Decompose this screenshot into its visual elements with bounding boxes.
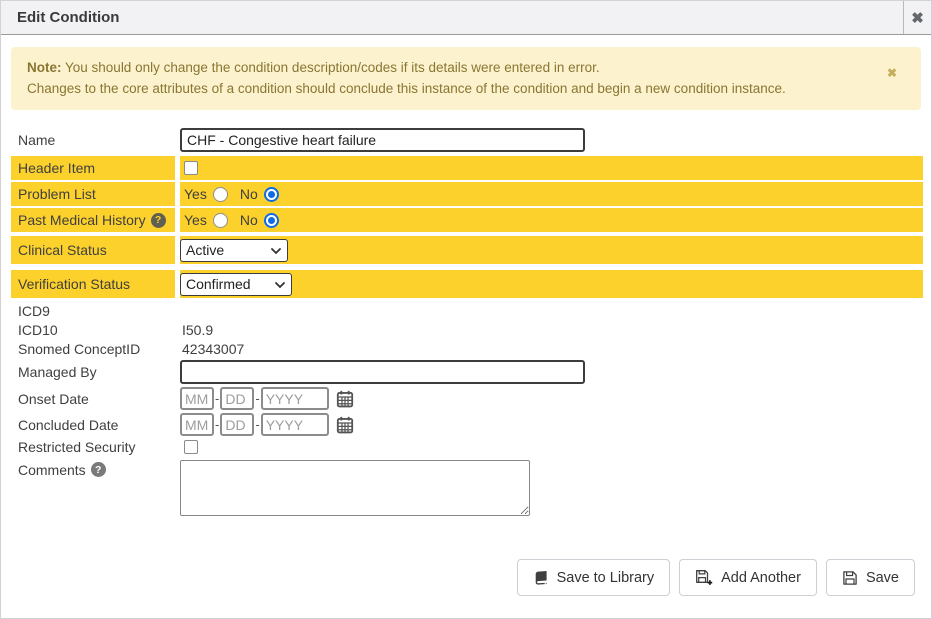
calendar-icon[interactable] — [336, 416, 354, 434]
pmh-yes-radio[interactable] — [213, 213, 228, 228]
icd9-value — [180, 302, 923, 319]
note-line1: Note: You should only change the conditi… — [27, 57, 887, 78]
dialog-footer: Save to Library Add Another Save — [517, 559, 915, 596]
clinical-status-label: Clinical Status — [11, 236, 175, 264]
concluded-dd-input[interactable] — [220, 413, 254, 436]
dialog-title: Edit Condition — [1, 1, 903, 34]
close-button[interactable]: ✖ — [903, 1, 931, 34]
help-icon[interactable]: ? — [151, 213, 166, 228]
header-item-checkbox[interactable] — [184, 161, 198, 175]
row-comments: Comments ? — [11, 460, 923, 516]
row-name: Name — [11, 128, 923, 152]
row-problem-list: Problem List Yes No — [11, 182, 923, 206]
comments-textarea[interactable] — [180, 460, 530, 516]
close-icon: ✖ — [911, 9, 924, 27]
row-icd10: ICD10 I50.9 — [11, 321, 923, 338]
problem-list-yes-label: Yes — [184, 186, 207, 202]
concluded-date-label: Concluded Date — [11, 413, 175, 436]
calendar-icon[interactable] — [336, 390, 354, 408]
pmh-yes-label: Yes — [184, 212, 207, 228]
note-dismiss-icon: ✖ — [887, 66, 897, 80]
row-clinical-status: Clinical Status Active — [11, 236, 923, 264]
row-concluded-date: Concluded Date - - — [11, 413, 923, 436]
verification-status-label: Verification Status — [11, 270, 175, 298]
book-icon — [533, 570, 549, 586]
managed-by-input[interactable] — [180, 360, 585, 384]
snomed-label: Snomed ConceptID — [11, 340, 175, 357]
problem-list-no-radio[interactable] — [264, 187, 279, 202]
problem-list-no-label: No — [240, 186, 258, 202]
pmh-no-label: No — [240, 212, 258, 228]
restricted-security-label: Restricted Security — [11, 439, 175, 455]
row-onset-date: Onset Date - - — [11, 387, 923, 410]
save-button[interactable]: Save — [826, 559, 915, 596]
save-to-library-button[interactable]: Save to Library — [517, 559, 671, 596]
problem-list-yes-radio[interactable] — [213, 187, 228, 202]
concluded-yyyy-input[interactable] — [261, 413, 329, 436]
note-dismiss-button[interactable]: ✖ — [887, 63, 897, 84]
row-verification-status: Verification Status Confirmed — [11, 270, 923, 298]
row-past-medical-history: Past Medical History ? Yes No — [11, 208, 923, 232]
row-snomed: Snomed ConceptID 42343007 — [11, 340, 923, 357]
add-another-button[interactable]: Add Another — [679, 559, 817, 596]
icd10-label: ICD10 — [11, 321, 175, 338]
comments-label: Comments — [18, 462, 86, 478]
row-icd9: ICD9 — [11, 302, 923, 319]
restricted-security-checkbox[interactable] — [184, 440, 198, 454]
row-header-item: Header Item — [11, 156, 923, 180]
concluded-mm-input[interactable] — [180, 413, 214, 436]
onset-dd-input[interactable] — [220, 387, 254, 410]
icd9-label: ICD9 — [11, 302, 175, 319]
note-banner: Note: You should only change the conditi… — [11, 47, 921, 110]
clinical-status-select[interactable]: Active — [180, 239, 288, 262]
verification-status-select[interactable]: Confirmed — [180, 273, 292, 296]
name-label: Name — [11, 128, 175, 152]
managed-by-label: Managed By — [11, 360, 175, 384]
row-restricted-security: Restricted Security — [11, 439, 923, 455]
problem-list-label: Problem List — [11, 182, 175, 206]
header-item-label: Header Item — [11, 156, 175, 180]
onset-mm-input[interactable] — [180, 387, 214, 410]
name-input[interactable] — [180, 128, 585, 152]
icd10-value: I50.9 — [180, 321, 923, 338]
note-label: Note: — [27, 60, 62, 75]
note-line2: Changes to the core attributes of a cond… — [27, 78, 887, 99]
condition-form: Name Header Item Problem List Yes No — [1, 128, 931, 516]
row-managed-by: Managed By — [11, 360, 923, 384]
past-medical-history-label: Past Medical History — [18, 212, 146, 228]
edit-condition-dialog: Edit Condition ✖ Note: You should only c… — [0, 0, 932, 619]
snomed-value: 42343007 — [180, 340, 923, 357]
onset-yyyy-input[interactable] — [261, 387, 329, 410]
onset-date-label: Onset Date — [11, 387, 175, 410]
save-plus-icon — [695, 569, 713, 586]
help-icon[interactable]: ? — [91, 462, 106, 477]
pmh-no-radio[interactable] — [264, 213, 279, 228]
dialog-header: Edit Condition ✖ — [1, 1, 931, 35]
save-icon — [842, 570, 858, 586]
